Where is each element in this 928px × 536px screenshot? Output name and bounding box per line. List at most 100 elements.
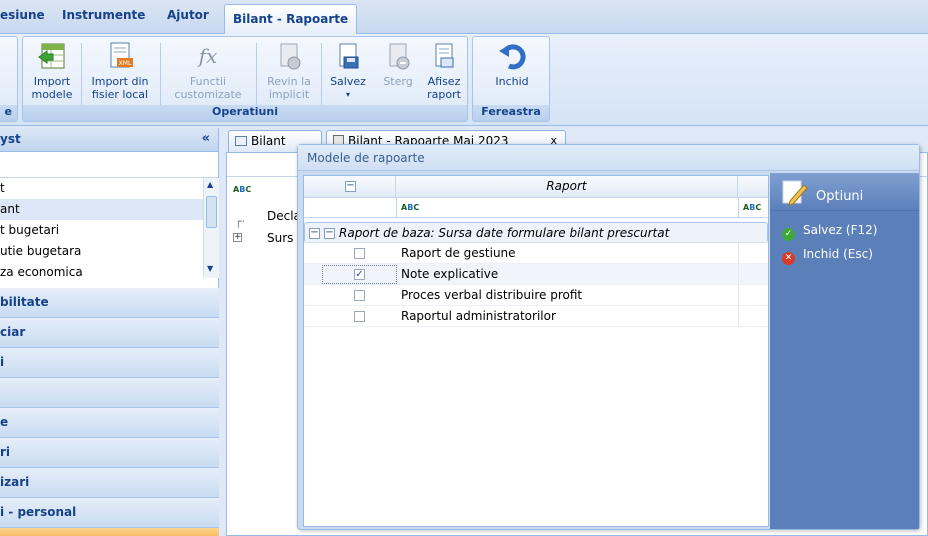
table-row[interactable]: Proces verbal distribuire profit [304, 285, 768, 306]
accordion-item[interactable]: e [0, 408, 219, 438]
table-row-focused[interactable]: ✓ Note explicative [304, 264, 768, 285]
functii-customizate-button[interactable]: fx Functii customizate [165, 41, 251, 101]
collapse-icon[interactable]: − [324, 228, 335, 239]
list-item-selected[interactable]: ant [0, 199, 219, 220]
reports-grid: − Raport ABC ABC − − Raport de baza: Sur… [303, 175, 769, 527]
list-item[interactable]: za economica [0, 262, 219, 278]
scroll-up-icon[interactable]: ▲ [207, 180, 213, 189]
delete-icon [389, 43, 410, 70]
list-item[interactable]: utie bugetara [0, 241, 219, 262]
left-panel-search[interactable] [0, 152, 218, 178]
grid-header: − Raport [304, 176, 768, 198]
afisez-raport-button[interactable]: Afisez raport [421, 41, 467, 101]
tab-label: Bilant [251, 134, 286, 148]
table-row[interactable]: Raport de gestiune [304, 243, 768, 264]
ribbon: e Import modele XML Import din fisier lo… [0, 34, 928, 126]
scroll-thumb[interactable] [206, 196, 217, 228]
ribbon-separator [81, 43, 82, 105]
import-fisier-local-button[interactable]: XML Import din fisier local [85, 41, 155, 101]
action-label: Salvez (F12) [803, 223, 878, 237]
filter-icon: ABC [743, 203, 762, 212]
accordion: bilitate ciar i e ri izari i - personal [0, 288, 219, 536]
collapse-icon[interactable]: − [309, 228, 320, 239]
tree-node[interactable]: Decla [267, 209, 301, 223]
revin-la-implicit-button[interactable]: Revin la implicit [261, 41, 317, 101]
accordion-item[interactable]: izari [0, 468, 219, 498]
inchid-esc-button[interactable]: ✕ Inchid (Esc) [782, 247, 873, 265]
inchid-button[interactable]: Inchid [487, 41, 537, 88]
scroll-down-icon[interactable]: ▼ [207, 264, 213, 273]
tree-node[interactable]: Surs [267, 231, 293, 245]
sterg-label: Sterg [383, 75, 413, 88]
collapse-all-icon[interactable]: − [345, 181, 356, 192]
dropdown-arrow-icon: ▾ [345, 90, 350, 99]
filter-icon: ABC [401, 203, 420, 212]
accordion-item[interactable]: ri [0, 438, 219, 468]
reset-default-icon [280, 43, 301, 70]
filter-icon: ABC [233, 185, 252, 194]
options-header: Optiuni [770, 173, 919, 211]
sterg-button[interactable]: Sterg [375, 41, 421, 88]
ribbon-separator [256, 43, 257, 105]
panel-splitter[interactable] [219, 128, 226, 536]
svg-text:fx: fx [197, 44, 218, 68]
import-modele-label: Import modele [31, 75, 73, 101]
grid-header-extra [738, 176, 768, 198]
menu-tab-ajutor[interactable]: Ajutor [167, 8, 209, 22]
import-fisier-local-label: Import din fisier local [91, 75, 149, 101]
function-fx-icon: fx [197, 44, 218, 68]
menu-tab-bilant-rapoarte[interactable]: Bilant - Rapoarte [224, 4, 358, 35]
salvez-f12-button[interactable]: ✓ Salvez (F12) [782, 223, 877, 241]
collapse-icon[interactable]: « [202, 131, 210, 146]
row-label: Note explicative [401, 267, 499, 281]
ribbon-group-title-operatiuni: Operatiuni [23, 105, 467, 121]
left-panel-header: yst « [0, 128, 218, 152]
row-checkbox[interactable] [354, 311, 365, 322]
salvez-button[interactable]: Salvez ▾ [325, 41, 371, 101]
grid-header-raport[interactable]: Raport [396, 176, 738, 198]
menu-tab-sesiune[interactable]: esiune [0, 8, 45, 22]
expand-icon[interactable]: + [233, 233, 242, 242]
list-item[interactable]: t bugetari [0, 220, 219, 241]
menu-tab-instrumente[interactable]: Instrumente [62, 8, 145, 22]
grid-icon [235, 136, 247, 146]
row-checkbox[interactable] [354, 248, 365, 259]
list-item[interactable]: t [0, 178, 219, 199]
options-title: Optiuni [816, 189, 864, 204]
inchid-label: Inchid [495, 75, 529, 88]
row-checkbox[interactable] [354, 290, 365, 301]
xml-file-icon: XML [110, 42, 133, 68]
accordion-item[interactable]: i - personal [0, 498, 219, 528]
options-side-panel: Optiuni ✓ Salvez (F12) ✕ Inchid (Esc) [770, 173, 919, 529]
save-icon [339, 43, 359, 69]
ribbon-separator [321, 43, 322, 105]
ribbon-group-title-fereastra: Fereastra [473, 105, 549, 121]
accordion-item[interactable] [0, 378, 219, 408]
row-checkbox-checked[interactable]: ✓ [354, 269, 365, 280]
grid-header-select-column[interactable]: − [304, 176, 396, 198]
module-list: t ant t bugetari utie bugetara za econom… [0, 178, 219, 278]
grid-filter-row[interactable]: ABC ABC [304, 198, 768, 218]
dialog-title: Modele de rapoarte [298, 145, 919, 171]
row-label: Proces verbal distribuire profit [401, 288, 583, 302]
import-models-icon [38, 43, 65, 69]
left-panel-title: yst [0, 132, 21, 146]
undo-arrow-icon [499, 44, 526, 70]
accordion-item-active[interactable] [0, 528, 219, 536]
grid-group-row[interactable]: − − Raport de baza: Sursa date formulare… [304, 222, 768, 243]
ribbon-group-fereastra: Inchid Fereastra [472, 36, 550, 122]
list-scrollbar[interactable]: ▲ ▼ [203, 178, 219, 278]
import-modele-button[interactable]: Import modele [29, 41, 75, 101]
show-report-icon [435, 43, 454, 68]
accordion-item[interactable]: i [0, 348, 219, 378]
revin-la-implicit-label: Revin la implicit [267, 75, 311, 101]
modele-rapoarte-dialog: Modele de rapoarte − Raport ABC ABC − − … [297, 144, 920, 530]
afisez-raport-label: Afisez raport [427, 75, 461, 101]
accordion-item[interactable]: bilitate [0, 288, 219, 318]
close-icon: ✕ [782, 252, 795, 265]
table-row[interactable]: Raportul administratorilor [304, 306, 768, 327]
left-panel: yst « t ant t bugetari utie bugetara za … [0, 128, 219, 536]
ribbon-group-title: e [0, 105, 17, 121]
menu-bar: esiune Instrumente Ajutor Bilant - Rapoa… [0, 0, 928, 35]
accordion-item[interactable]: ciar [0, 318, 219, 348]
